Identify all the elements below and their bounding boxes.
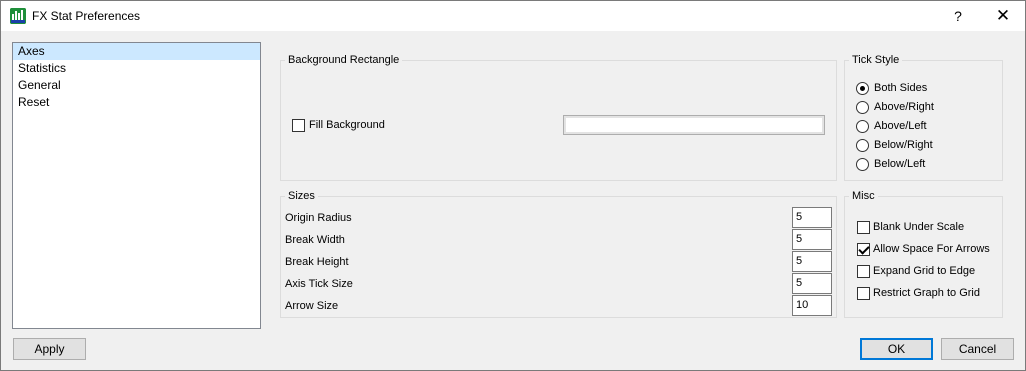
expand-grid-to-edge-checkbox[interactable] <box>857 265 870 278</box>
cancel-button[interactable]: Cancel <box>941 338 1014 360</box>
background-rectangle-title: Background Rectangle <box>285 54 403 66</box>
break-height-label: Break Height <box>285 256 349 268</box>
apply-button[interactable]: Apply <box>13 338 86 360</box>
above-right-radio[interactable] <box>856 101 869 114</box>
title-bar[interactable]: FX Stat Preferences ? ✕ <box>1 1 1025 31</box>
window-title: FX Stat Preferences <box>32 9 141 23</box>
both-sides-radio[interactable] <box>856 82 869 95</box>
sizes-title: Sizes <box>285 190 318 202</box>
expand-grid-to-edge-label: Expand Grid to Edge <box>873 265 976 277</box>
preferences-dialog: FX Stat Preferences ? ✕ Axes Statistics … <box>0 0 1026 371</box>
axis-tick-size-input[interactable]: 5 <box>792 273 832 294</box>
nav-item-reset[interactable]: Reset <box>13 94 260 111</box>
ok-button[interactable]: OK <box>860 338 933 360</box>
arrow-size-input[interactable]: 10 <box>792 295 832 316</box>
fill-background-checkbox[interactable] <box>292 119 305 132</box>
below-left-label: Below/Left <box>874 158 926 170</box>
below-right-radio[interactable] <box>856 139 869 152</box>
below-right-label: Below/Right <box>874 139 933 151</box>
fx-stat-app-icon <box>10 8 26 24</box>
break-height-input[interactable]: 5 <box>792 251 832 272</box>
above-right-label: Above/Right <box>874 101 934 113</box>
nav-item-statistics[interactable]: Statistics <box>13 60 260 77</box>
above-left-label: Above/Left <box>874 120 927 132</box>
nav-item-axes[interactable]: Axes <box>13 43 260 60</box>
break-width-input[interactable]: 5 <box>792 229 832 250</box>
close-button[interactable]: ✕ <box>985 1 1021 31</box>
above-left-radio[interactable] <box>856 120 869 133</box>
origin-radius-input[interactable]: 5 <box>792 207 832 228</box>
allow-space-for-arrows-label: Allow Space For Arrows <box>873 243 990 255</box>
allow-space-for-arrows-checkbox[interactable] <box>857 243 870 256</box>
break-width-label: Break Width <box>285 234 345 246</box>
nav-item-general[interactable]: General <box>13 77 260 94</box>
both-sides-label: Both Sides <box>874 82 928 94</box>
help-button[interactable]: ? <box>941 1 975 31</box>
restrict-graph-to-grid-checkbox[interactable] <box>857 287 870 300</box>
tick-style-title: Tick Style <box>849 54 903 66</box>
fill-background-label: Fill Background <box>309 119 385 131</box>
background-color-field[interactable] <box>563 115 825 135</box>
restrict-graph-to-grid-label: Restrict Graph to Grid <box>873 287 980 299</box>
sizes-group <box>280 196 837 318</box>
blank-under-scale-label: Blank Under Scale <box>873 221 965 233</box>
below-left-radio[interactable] <box>856 158 869 171</box>
arrow-size-label: Arrow Size <box>285 300 339 312</box>
misc-title: Misc <box>849 190 878 202</box>
blank-under-scale-checkbox[interactable] <box>857 221 870 234</box>
axis-tick-size-label: Axis Tick Size <box>285 278 353 290</box>
origin-radius-label: Origin Radius <box>285 212 352 224</box>
category-list[interactable]: Axes Statistics General Reset <box>12 42 261 329</box>
